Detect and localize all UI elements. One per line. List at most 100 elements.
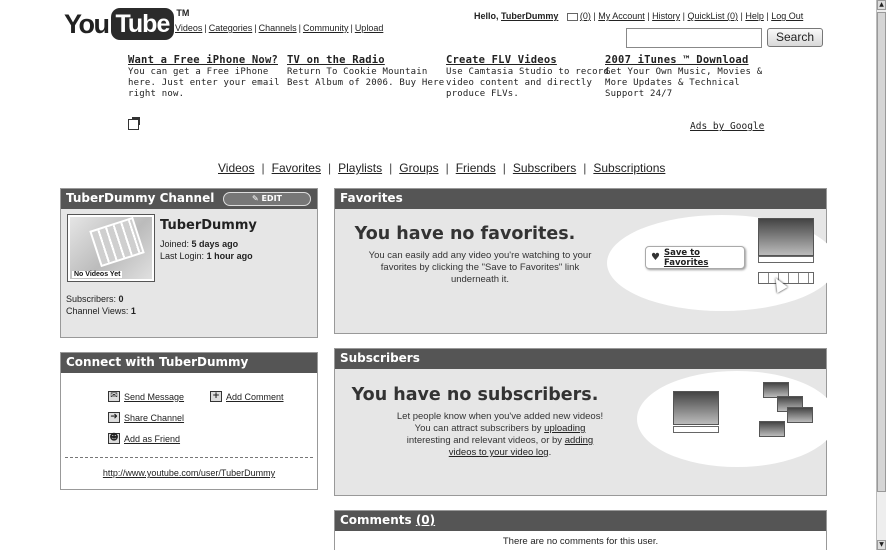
comments-box: Comments (0) There are no comments for t… [334, 510, 827, 550]
ad-line: Support 24/7 [605, 89, 673, 99]
uploading-link[interactable]: uploading [544, 423, 585, 434]
subscribers-box: Subscribers You have no subscribers. Let… [334, 348, 837, 496]
ad-title[interactable]: Want a Free iPhone Now? [128, 55, 280, 66]
subscribers-header: Subscribers [335, 349, 826, 369]
no-subscribers-title: You have no subscribers. [351, 385, 599, 405]
ad-line: Return To Cookie Mountain [287, 67, 428, 77]
logo-tube: Tube [110, 8, 175, 40]
edit-label: EDIT [261, 194, 283, 203]
ad-title[interactable]: TV on the Radio [287, 55, 444, 66]
ad-title[interactable]: Create FLV Videos [446, 55, 609, 66]
channel-name: TuberDummy [160, 218, 257, 233]
add-comment-label[interactable]: Add Comment [226, 392, 284, 402]
chnav-friends[interactable]: Friends [456, 161, 496, 175]
film-strip [89, 217, 145, 268]
channel-box: TuberDummy Channel ✎ EDIT No Videos Yet … [60, 188, 318, 338]
arrow-right-icon: ➜ [108, 412, 120, 423]
chnav-playlists[interactable]: Playlists [338, 161, 382, 175]
mail-count[interactable]: (0) [580, 11, 591, 21]
subs-line-3: interesting and relevant videos, or by [406, 435, 563, 446]
person-icon: ☻ [108, 433, 120, 444]
edit-channel-button[interactable]: ✎ EDIT [223, 192, 311, 206]
share-channel-link[interactable]: ➜ Share Channel [108, 412, 184, 423]
ad-flv[interactable]: Create FLV Videos Use Camtasia Studio to… [446, 55, 609, 100]
add-friend-label[interactable]: Add as Friend [124, 434, 180, 444]
video-screen-illustration [673, 391, 719, 425]
adding-link[interactable]: adding [565, 435, 594, 446]
logo-you: You [64, 9, 110, 39]
logout-link[interactable]: Log Out [771, 11, 803, 21]
quicklist-link[interactable]: QuickList (0) [687, 11, 738, 21]
heart-icon: ♥ [651, 252, 660, 263]
last-login-label: Last Login: [160, 251, 205, 261]
subscribers-label: Subscribers: [66, 294, 117, 304]
channel-url-link[interactable]: http://www.youtube.com/user/TuberDummy [61, 468, 317, 478]
youtube-logo[interactable]: You Tube TM [64, 8, 189, 42]
nav-channels[interactable]: Channels [259, 23, 297, 33]
ad-line: More Updates & Technical [605, 78, 740, 88]
search-button[interactable]: Search [767, 28, 823, 47]
no-subscribers-text: Let people know when you've added new vi… [375, 411, 625, 459]
menu-illustration [758, 272, 814, 284]
ads-by-google-link[interactable]: Ads by Google [690, 121, 764, 132]
comments-header: Comments (0) [335, 511, 826, 531]
comments-header-title: Comments [340, 513, 412, 527]
views-label: Channel Views: [66, 306, 129, 316]
channel-header: TuberDummy Channel ✎ EDIT [61, 189, 317, 209]
mail-icon[interactable] [566, 12, 578, 21]
ad-line: produce FLVs. [446, 89, 520, 99]
ad-tv-radio[interactable]: TV on the Radio Return To Cookie Mountai… [287, 55, 444, 89]
channel-info: Joined: 5 days ago Last Login: 1 hour ag… [160, 238, 253, 262]
chnav-groups[interactable]: Groups [399, 161, 438, 175]
no-videos-label: No Videos Yet [72, 271, 123, 278]
save-to-favorites-label: Save to Favorites [663, 247, 709, 268]
chnav-videos[interactable]: Videos [218, 161, 254, 175]
ad-line: Use Camtasia Studio to record [446, 67, 609, 77]
nav-community[interactable]: Community [303, 23, 349, 33]
favorites-box: Favorites You have no favorites. You can… [334, 188, 837, 334]
vertical-scrollbar[interactable]: ▲ ▼ [876, 0, 886, 550]
favorites-header: Favorites [335, 189, 826, 209]
nav-videos[interactable]: Videos [175, 23, 202, 33]
views-value: 1 [130, 306, 136, 316]
comments-count-link[interactable]: (0) [416, 513, 435, 527]
connect-header: Connect with TuberDummy [61, 353, 317, 373]
ad-line: right now. [128, 89, 185, 99]
chnav-subscribers[interactable]: Subscribers [513, 161, 576, 175]
subs-line-2: You can attract subscribers by [414, 423, 542, 434]
username-link[interactable]: TuberDummy [501, 11, 558, 21]
ad-itunes[interactable]: 2007 iTunes ™ Download Get Your Own Musi… [605, 55, 762, 100]
my-account-link[interactable]: My Account [598, 11, 645, 21]
no-comments-text: There are no comments for this user. [502, 536, 659, 547]
subscriber-thumb-illustration [759, 421, 785, 437]
add-friend-link[interactable]: ☻ Add as Friend [108, 433, 180, 444]
ad-title[interactable]: 2007 iTunes ™ Download [605, 55, 762, 66]
add-comment-link[interactable]: + Add Comment [210, 391, 284, 402]
ad-iphone[interactable]: Want a Free iPhone Now? You can get a Fr… [128, 55, 280, 100]
search-input[interactable] [626, 28, 762, 48]
player-controls-illustration [673, 426, 719, 433]
scroll-down-icon[interactable]: ▼ [877, 540, 886, 550]
player-controls-illustration [758, 256, 814, 263]
video-log-link[interactable]: videos to your video log [449, 447, 549, 458]
divider [65, 457, 313, 458]
nav-upload[interactable]: Upload [355, 23, 384, 33]
share-channel-label[interactable]: Share Channel [124, 413, 184, 423]
channel-thumbnail[interactable]: No Videos Yet [67, 214, 155, 282]
send-message-label[interactable]: Send Message [124, 392, 184, 402]
subs-line-4-end: . [548, 447, 552, 458]
history-link[interactable]: History [652, 11, 680, 21]
help-link[interactable]: Help [745, 11, 764, 21]
chnav-subscriptions[interactable]: Subscriptions [593, 161, 665, 175]
scrollbar-thumb[interactable] [877, 12, 886, 492]
nav-categories[interactable]: Categories [209, 23, 253, 33]
ad-line: Get Your Own Music, Movies & [605, 67, 763, 77]
chnav-favorites[interactable]: Favorites [272, 161, 321, 175]
connect-box: Connect with TuberDummy ✉ Send Message + A… [60, 352, 318, 490]
send-message-link[interactable]: ✉ Send Message [108, 391, 184, 402]
popout-icon[interactable] [128, 117, 140, 130]
scroll-up-icon[interactable]: ▲ [877, 0, 886, 10]
channel-stats: Subscribers: 0 Channel Views: 1 [66, 293, 136, 317]
video-screen-illustration [758, 218, 814, 256]
save-to-favorites-illustration: ♥ Save to Favorites [645, 246, 745, 269]
